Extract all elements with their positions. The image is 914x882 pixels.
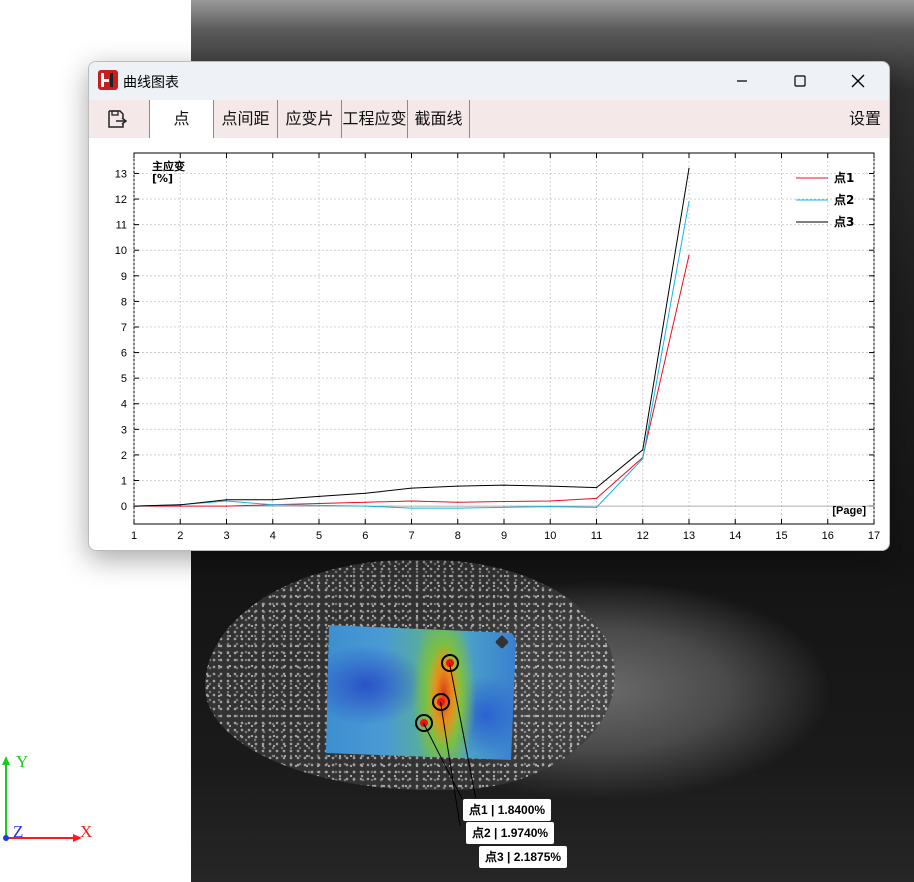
tab-point-distance[interactable]: 点间距 xyxy=(214,100,278,138)
app-logo-icon xyxy=(98,70,118,90)
data-point-s2-10 xyxy=(549,506,551,508)
data-point-s2-8 xyxy=(457,507,459,509)
data-point-s1-9 xyxy=(503,500,505,503)
tab-point[interactable]: 点 xyxy=(149,100,214,138)
minimize-button[interactable] xyxy=(713,62,771,100)
y-tick-label: 8 xyxy=(121,296,127,308)
x-tick-label: 2 xyxy=(177,530,183,542)
x-tick-label: 4 xyxy=(270,530,276,542)
maximize-icon xyxy=(794,75,806,87)
x-tick-label: 15 xyxy=(775,530,787,542)
settings-button[interactable]: 设置 xyxy=(849,100,881,138)
data-point-s1-6 xyxy=(364,501,366,503)
window-title: 曲线图表 xyxy=(123,75,179,91)
data-point-s2-3 xyxy=(225,500,228,502)
y-tick-label: 11 xyxy=(116,220,127,232)
chart-plot[interactable]: 1 2 3 4 5 6 7 8 9 10 11 12 13 14 15 16 17012345678910111… xyxy=(89,138,889,550)
data-point-s2-7 xyxy=(410,507,413,509)
point-2-value-tag[interactable]: 点2 | 1.9740% xyxy=(465,821,556,845)
y-tick-label: 13 xyxy=(115,168,127,180)
data-point-s3-4 xyxy=(272,499,274,501)
minimize-icon xyxy=(737,80,747,82)
data-point-s2-12 xyxy=(642,458,644,460)
y-axis-label: 主应变 xyxy=(152,159,185,173)
data-point-s3-5 xyxy=(318,495,320,497)
title-bar[interactable]: 曲线图表 xyxy=(89,62,889,100)
x-tick-label: 1 xyxy=(131,530,137,542)
x-tick-label: 3 xyxy=(223,530,229,542)
x-tick-label: 10 xyxy=(544,530,556,542)
legend-label-3: 点3 xyxy=(834,214,854,229)
data-point-s1-5 xyxy=(318,502,320,505)
x-tick-label: 7 xyxy=(408,530,414,542)
data-point-s3-13 xyxy=(688,167,690,169)
x-tick-label: 14 xyxy=(729,530,741,542)
chart-window[interactable]: 曲线图表 点 点间距 应变片 工程应变 截面线 设置 1 2 3 4 5 6 7 8 9 10 11… xyxy=(88,61,890,551)
data-point-s2-9 xyxy=(503,506,505,508)
y-tick-label: 0 xyxy=(121,501,127,513)
data-point-s2-6 xyxy=(364,505,366,507)
data-point-s3-6 xyxy=(364,492,366,494)
data-point-s2-11 xyxy=(595,506,598,508)
legend-label-2: 点2 xyxy=(834,192,854,207)
y-tick-label: 9 xyxy=(121,271,127,283)
export-icon[interactable] xyxy=(107,110,127,128)
tab-strain-gauge[interactable]: 应变片 xyxy=(278,100,342,138)
x-tick-label: 5 xyxy=(316,530,322,542)
x-tick-label: 11 xyxy=(591,530,602,542)
axis-z-label: Z xyxy=(13,822,24,841)
point-3-value-tag[interactable]: 点3 | 2.1875% xyxy=(478,845,569,869)
close-button[interactable] xyxy=(829,62,887,100)
data-point-s1-11 xyxy=(595,497,598,500)
y-tick-label: 5 xyxy=(121,373,127,385)
data-point-s1-8 xyxy=(457,501,459,503)
data-point-s3-8 xyxy=(457,485,459,487)
y-tick-label: 2 xyxy=(121,450,127,462)
data-point-s2-5 xyxy=(318,504,320,506)
data-point-s3-7 xyxy=(410,487,413,489)
data-point-s1-13 xyxy=(688,254,690,256)
y-tick-label: 4 xyxy=(121,399,127,411)
y-tick-label: 1 xyxy=(121,476,127,488)
maximize-button[interactable] xyxy=(771,62,829,100)
x-tick-label: 9 xyxy=(501,530,507,542)
data-point-s1-10 xyxy=(549,500,551,502)
x-tick-label: 8 xyxy=(455,530,461,542)
y-tick-label: 3 xyxy=(121,424,127,436)
data-point-s3-2 xyxy=(179,504,181,506)
x-tick-label: 12 xyxy=(637,530,649,542)
point-1-value-tag[interactable]: 点1 | 1.8400% xyxy=(462,798,553,822)
data-point-s1-3 xyxy=(225,505,228,507)
y-tick-label: 12 xyxy=(115,194,127,206)
data-point-s3-3 xyxy=(225,499,228,501)
data-point-s2-4 xyxy=(272,504,274,506)
y-tick-label: 7 xyxy=(121,322,127,334)
x-tick-label: 16 xyxy=(822,530,834,542)
data-point-s3-10 xyxy=(549,485,551,487)
axis-y-label: Y xyxy=(16,752,29,771)
tab-bar: 点 点间距 应变片 工程应变 截面线 设置 xyxy=(89,100,889,138)
data-point-s1-7 xyxy=(410,500,413,502)
legend-label-1: 点1 xyxy=(834,170,854,185)
data-point-s3-1 xyxy=(133,505,135,507)
tab-engineering-strain[interactable]: 工程应变 xyxy=(342,100,408,138)
y-tick-label: 6 xyxy=(121,348,127,360)
y-axis-unit: [%] xyxy=(152,172,173,185)
y-tick-label: 10 xyxy=(115,245,127,257)
close-icon xyxy=(851,74,865,88)
strain-color-map xyxy=(326,625,516,760)
x-tick-label: 17 xyxy=(868,530,880,542)
x-tick-label: 6 xyxy=(362,530,368,542)
x-tick-label: 13 xyxy=(683,530,695,542)
data-point-s1-2 xyxy=(179,505,181,507)
data-point-s3-9 xyxy=(503,484,505,486)
axis-x-label: X xyxy=(80,822,93,841)
axis-triad: Y X Z xyxy=(0,750,110,850)
x-axis-label: [Page] xyxy=(832,505,866,517)
data-point-s3-11 xyxy=(595,487,598,489)
data-point-s3-12 xyxy=(642,449,644,451)
data-point-s2-13 xyxy=(688,201,690,203)
tab-section-line[interactable]: 截面线 xyxy=(408,100,470,138)
